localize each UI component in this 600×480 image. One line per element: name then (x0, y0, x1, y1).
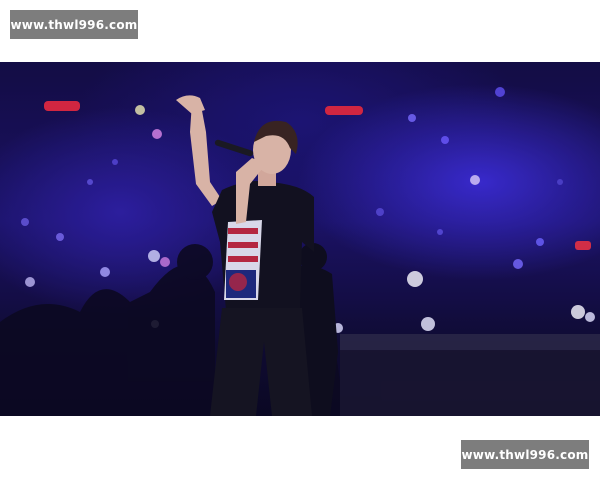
concert-photo (0, 62, 600, 416)
watermark-bottom: www.thwl996.com (461, 440, 589, 469)
concert-scene (0, 62, 600, 416)
watermark-top: www.thwl996.com (10, 10, 138, 39)
